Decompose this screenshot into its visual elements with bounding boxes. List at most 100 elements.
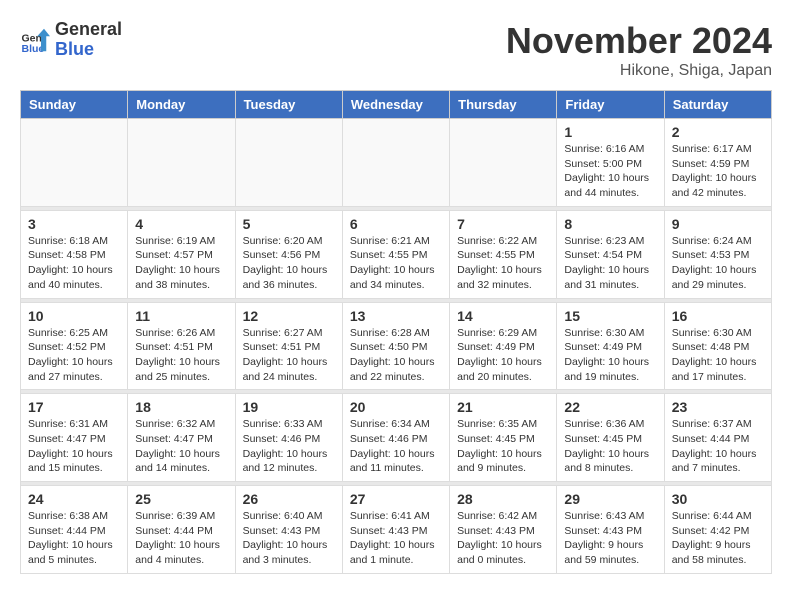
calendar-cell: 9Sunrise: 6:24 AM Sunset: 4:53 PM Daylig… <box>664 210 771 298</box>
day-info: Sunrise: 6:41 AM Sunset: 4:43 PM Dayligh… <box>350 509 442 568</box>
day-info: Sunrise: 6:16 AM Sunset: 5:00 PM Dayligh… <box>564 142 656 201</box>
calendar-cell: 25 Sunrise: 6:39 AM Sunset: 4:44 PM Dayli… <box>128 486 235 574</box>
day-info: Sunrise: 6:39 AM Sunset: 4:44 PM Dayligh… <box>135 509 227 568</box>
day-number: 5 <box>243 216 335 232</box>
day-of-week-header: Wednesday <box>342 91 449 119</box>
day-number: 14 <box>457 308 549 324</box>
calendar-cell: 18 Sunrise: 6:32 AM Sunset: 4:47 PM Dayli… <box>128 394 235 482</box>
day-info: Sunrise: 6:37 AM Sunset: 4:44 PM Dayligh… <box>672 417 764 476</box>
logo-general: General <box>55 20 122 40</box>
calendar-cell: 29 Sunrise: 6:43 AM Sunset: 4:43 PM Dayli… <box>557 486 664 574</box>
calendar-cell: 4Sunrise: 6:19 AM Sunset: 4:57 PM Daylig… <box>128 210 235 298</box>
calendar-cell <box>235 119 342 207</box>
day-of-week-header: Thursday <box>450 91 557 119</box>
day-info: Sunrise: 6:31 AM Sunset: 4:47 PM Dayligh… <box>28 417 120 476</box>
day-info: Sunrise: 6:38 AM Sunset: 4:44 PM Dayligh… <box>28 509 120 568</box>
calendar-cell: 21Sunrise: 6:35 AM Sunset: 4:45 PM Dayli… <box>450 394 557 482</box>
day-number: 27 <box>350 491 442 507</box>
day-info: Sunrise: 6:18 AM Sunset: 4:58 PM Dayligh… <box>28 234 120 293</box>
day-number: 18 <box>135 399 227 415</box>
day-number: 20 <box>350 399 442 415</box>
calendar-cell: 13Sunrise: 6:28 AM Sunset: 4:50 PM Dayli… <box>342 302 449 390</box>
day-info: Sunrise: 6:34 AM Sunset: 4:46 PM Dayligh… <box>350 417 442 476</box>
calendar-cell: 7Sunrise: 6:22 AM Sunset: 4:55 PM Daylig… <box>450 210 557 298</box>
calendar-header-row: SundayMondayTuesdayWednesdayThursdayFrid… <box>21 91 772 119</box>
day-info: Sunrise: 6:42 AM Sunset: 4:43 PM Dayligh… <box>457 509 549 568</box>
calendar-cell: 14 Sunrise: 6:29 AM Sunset: 4:49 PM Dayli… <box>450 302 557 390</box>
day-info: Sunrise: 6:36 AM Sunset: 4:45 PM Dayligh… <box>564 417 656 476</box>
day-info: Sunrise: 6:25 AM Sunset: 4:52 PM Dayligh… <box>28 326 120 385</box>
day-number: 6 <box>350 216 442 232</box>
day-info: Sunrise: 6:29 AM Sunset: 4:49 PM Dayligh… <box>457 326 549 385</box>
day-number: 19 <box>243 399 335 415</box>
day-info: Sunrise: 6:44 AM Sunset: 4:42 PM Dayligh… <box>672 509 764 568</box>
day-info: Sunrise: 6:43 AM Sunset: 4:43 PM Dayligh… <box>564 509 656 568</box>
day-number: 4 <box>135 216 227 232</box>
calendar-cell: 26 Sunrise: 6:40 AM Sunset: 4:43 PM Dayli… <box>235 486 342 574</box>
day-number: 15 <box>564 308 656 324</box>
calendar-cell: 2 Sunrise: 6:17 AM Sunset: 4:59 PM Daylig… <box>664 119 771 207</box>
day-number: 1 <box>564 124 656 140</box>
calendar-cell: 8 Sunrise: 6:23 AM Sunset: 4:54 PM Daylig… <box>557 210 664 298</box>
calendar-cell: 17 Sunrise: 6:31 AM Sunset: 4:47 PM Dayli… <box>21 394 128 482</box>
calendar-cell <box>128 119 235 207</box>
calendar-cell: 16Sunrise: 6:30 AM Sunset: 4:48 PM Dayli… <box>664 302 771 390</box>
day-of-week-header: Saturday <box>664 91 771 119</box>
logo: Gen Blue General Blue <box>20 20 122 60</box>
calendar-cell: 24Sunrise: 6:38 AM Sunset: 4:44 PM Dayli… <box>21 486 128 574</box>
day-number: 7 <box>457 216 549 232</box>
day-number: 13 <box>350 308 442 324</box>
day-info: Sunrise: 6:30 AM Sunset: 4:48 PM Dayligh… <box>672 326 764 385</box>
calendar-week-row: 3 Sunrise: 6:18 AM Sunset: 4:58 PM Daylig… <box>21 210 772 298</box>
calendar-cell: 11Sunrise: 6:26 AM Sunset: 4:51 PM Dayli… <box>128 302 235 390</box>
day-info: Sunrise: 6:33 AM Sunset: 4:46 PM Dayligh… <box>243 417 335 476</box>
day-info: Sunrise: 6:30 AM Sunset: 4:49 PM Dayligh… <box>564 326 656 385</box>
day-info: Sunrise: 6:32 AM Sunset: 4:47 PM Dayligh… <box>135 417 227 476</box>
day-info: Sunrise: 6:24 AM Sunset: 4:53 PM Dayligh… <box>672 234 764 293</box>
month-title: November 2024 <box>506 20 772 62</box>
calendar-cell <box>21 119 128 207</box>
calendar-cell: 20 Sunrise: 6:34 AM Sunset: 4:46 PM Dayli… <box>342 394 449 482</box>
day-number: 26 <box>243 491 335 507</box>
calendar-cell: 19 Sunrise: 6:33 AM Sunset: 4:46 PM Dayli… <box>235 394 342 482</box>
title-area: November 2024 Hikone, Shiga, Japan <box>506 20 772 80</box>
day-number: 30 <box>672 491 764 507</box>
calendar-cell: 15 Sunrise: 6:30 AM Sunset: 4:49 PM Dayli… <box>557 302 664 390</box>
day-number: 22 <box>564 399 656 415</box>
day-number: 10 <box>28 308 120 324</box>
day-info: Sunrise: 6:35 AM Sunset: 4:45 PM Dayligh… <box>457 417 549 476</box>
calendar-week-row: 24Sunrise: 6:38 AM Sunset: 4:44 PM Dayli… <box>21 486 772 574</box>
day-number: 25 <box>135 491 227 507</box>
calendar: SundayMondayTuesdayWednesdayThursdayFrid… <box>20 90 772 574</box>
logo-icon: Gen Blue <box>20 25 50 55</box>
day-of-week-header: Sunday <box>21 91 128 119</box>
calendar-week-row: 17 Sunrise: 6:31 AM Sunset: 4:47 PM Dayli… <box>21 394 772 482</box>
day-number: 29 <box>564 491 656 507</box>
day-info: Sunrise: 6:21 AM Sunset: 4:55 PM Dayligh… <box>350 234 442 293</box>
calendar-cell <box>450 119 557 207</box>
day-number: 17 <box>28 399 120 415</box>
calendar-cell: 27 Sunrise: 6:41 AM Sunset: 4:43 PM Dayli… <box>342 486 449 574</box>
day-number: 23 <box>672 399 764 415</box>
page-header: Gen Blue General Blue November 2024 Hiko… <box>20 20 772 80</box>
calendar-cell: 3 Sunrise: 6:18 AM Sunset: 4:58 PM Daylig… <box>21 210 128 298</box>
day-info: Sunrise: 6:26 AM Sunset: 4:51 PM Dayligh… <box>135 326 227 385</box>
day-number: 8 <box>564 216 656 232</box>
calendar-cell: 5 Sunrise: 6:20 AM Sunset: 4:56 PM Daylig… <box>235 210 342 298</box>
day-number: 3 <box>28 216 120 232</box>
svg-text:Blue: Blue <box>22 43 45 55</box>
day-number: 12 <box>243 308 335 324</box>
day-info: Sunrise: 6:40 AM Sunset: 4:43 PM Dayligh… <box>243 509 335 568</box>
calendar-cell: 10 Sunrise: 6:25 AM Sunset: 4:52 PM Dayli… <box>21 302 128 390</box>
day-of-week-header: Monday <box>128 91 235 119</box>
day-info: Sunrise: 6:23 AM Sunset: 4:54 PM Dayligh… <box>564 234 656 293</box>
day-of-week-header: Tuesday <box>235 91 342 119</box>
day-number: 28 <box>457 491 549 507</box>
calendar-week-row: 1 Sunrise: 6:16 AM Sunset: 5:00 PM Daylig… <box>21 119 772 207</box>
day-number: 2 <box>672 124 764 140</box>
day-info: Sunrise: 6:17 AM Sunset: 4:59 PM Dayligh… <box>672 142 764 201</box>
calendar-cell: 6 Sunrise: 6:21 AM Sunset: 4:55 PM Daylig… <box>342 210 449 298</box>
day-info: Sunrise: 6:20 AM Sunset: 4:56 PM Dayligh… <box>243 234 335 293</box>
calendar-cell: 28 Sunrise: 6:42 AM Sunset: 4:43 PM Dayli… <box>450 486 557 574</box>
calendar-cell: 1 Sunrise: 6:16 AM Sunset: 5:00 PM Daylig… <box>557 119 664 207</box>
